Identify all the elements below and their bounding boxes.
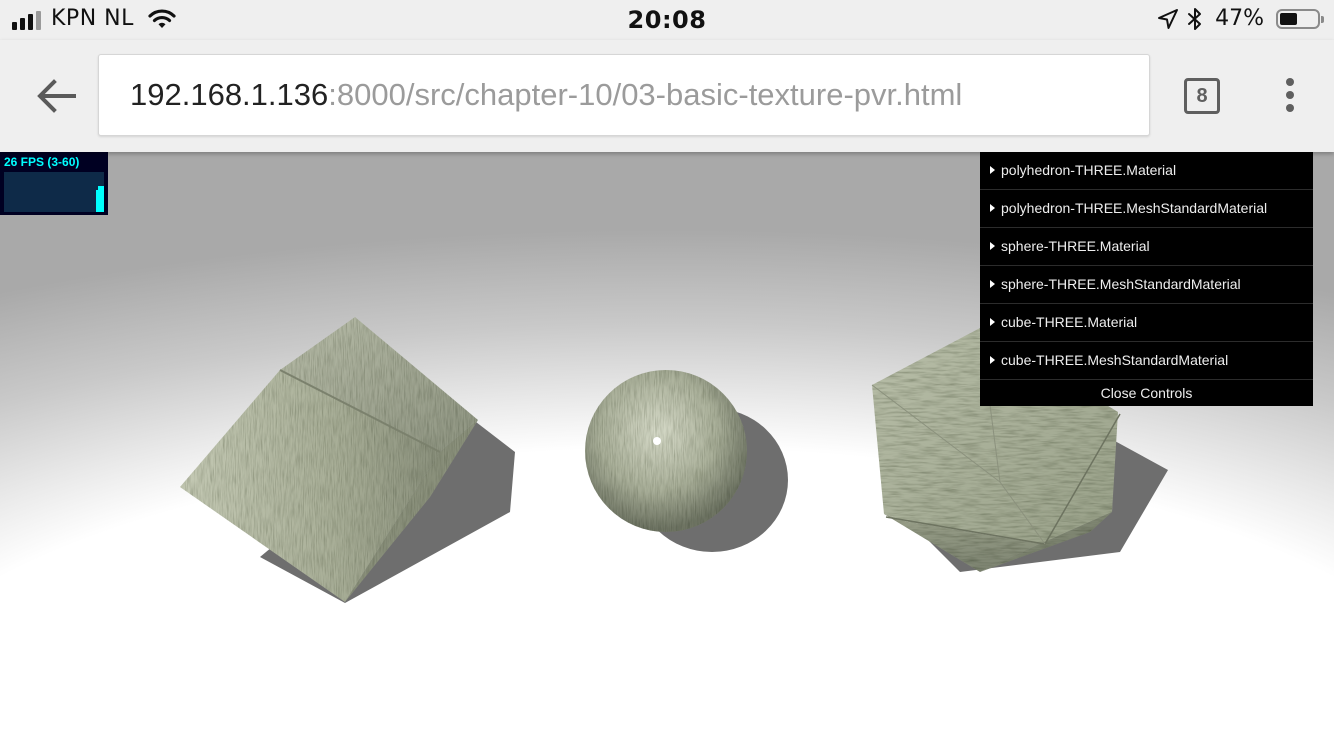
textured-cube [180,317,478,602]
location-arrow-icon [1158,8,1179,29]
bluetooth-icon [1188,7,1202,30]
chevron-right-icon [990,204,995,212]
close-controls-button[interactable]: Close Controls [980,380,1313,406]
more-vert-icon[interactable] [1278,78,1302,118]
battery-percent: 47% [1215,6,1264,31]
back-arrow-icon[interactable] [34,76,80,116]
url-bar[interactable]: 192.168.1.136:8000/src/chapter-10/03-bas… [98,54,1150,136]
textured-sphere [585,370,747,532]
gui-folder-label: polyhedron-THREE.Material [1001,162,1177,178]
fps-graph [4,172,104,212]
chevron-right-icon [990,242,995,250]
chevron-right-icon [990,166,995,174]
gui-folder-cube-meshstandardmaterial[interactable]: cube-THREE.MeshStandardMaterial [980,342,1313,380]
chevron-right-icon [990,318,995,326]
chevron-right-icon [990,280,995,288]
dat-gui-panel: polyhedron-THREE.Material polyhedron-THR… [980,152,1313,406]
gui-folder-label: cube-THREE.Material [1001,314,1138,330]
gui-folder-cube-material[interactable]: cube-THREE.Material [980,304,1313,342]
fps-meter[interactable]: 26 FPS (3-60) [0,152,108,215]
battery-icon [1276,8,1324,29]
gui-folder-label: cube-THREE.MeshStandardMaterial [1001,352,1229,368]
gui-folder-polyhedron-meshstandardmaterial[interactable]: polyhedron-THREE.MeshStandardMaterial [980,190,1313,228]
gui-folder-polyhedron-material[interactable]: polyhedron-THREE.Material [980,152,1313,190]
url-path: :8000/src/chapter-10/03-basic-texture-pv… [328,77,963,112]
gui-folder-label: sphere-THREE.MeshStandardMaterial [1001,276,1241,292]
tab-switcher-button[interactable]: 8 [1184,78,1220,114]
clock: 20:08 [627,6,707,34]
url-host: 192.168.1.136 [130,77,329,112]
gui-folder-label: sphere-THREE.Material [1001,238,1150,254]
status-bar: KPN NL 20:08 47% [0,0,1334,40]
webgl-canvas[interactable]: 26 FPS (3-60) polyhedron-THREE.Material … [0,152,1334,750]
gui-folder-label: polyhedron-THREE.MeshStandardMaterial [1001,200,1268,216]
gui-folder-sphere-meshstandardmaterial[interactable]: sphere-THREE.MeshStandardMaterial [980,266,1313,304]
gui-folder-sphere-material[interactable]: sphere-THREE.Material [980,228,1313,266]
browser-toolbar: 192.168.1.136:8000/src/chapter-10/03-bas… [0,40,1334,152]
chevron-right-icon [990,356,995,364]
fps-label: 26 FPS (3-60) [4,155,80,169]
